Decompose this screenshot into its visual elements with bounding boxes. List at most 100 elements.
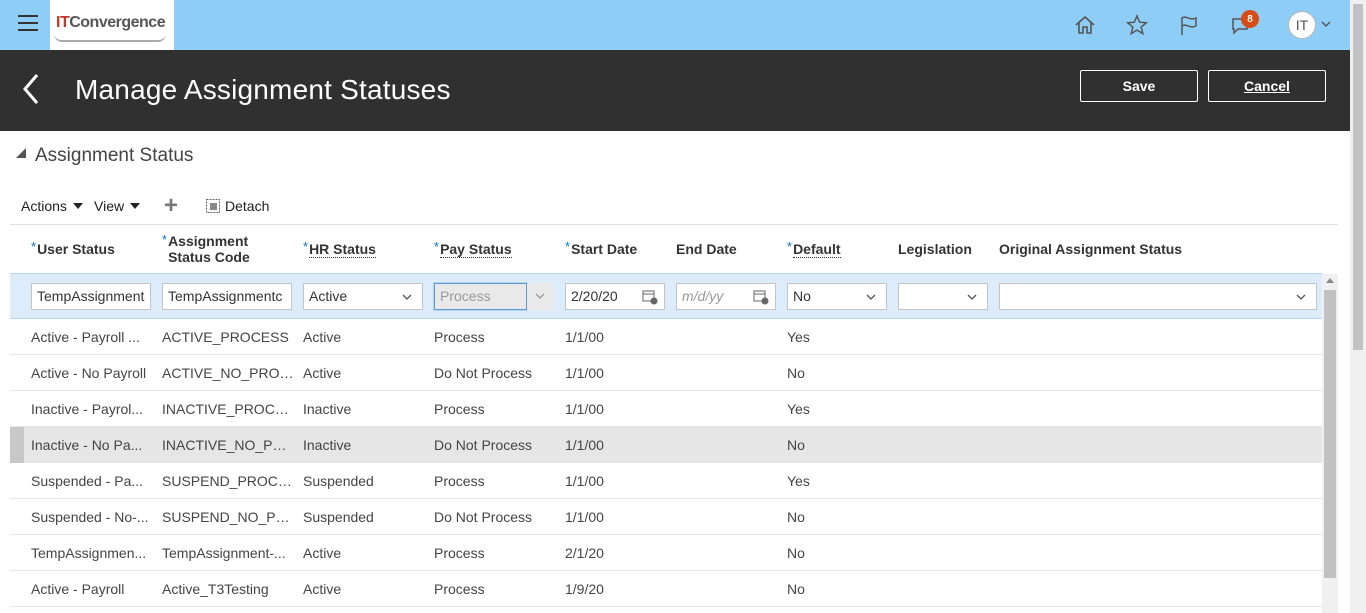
table-row[interactable]: Active - Payroll ... ACTIVE_PROCESS Active…	[10, 319, 1322, 355]
cell-user-status: Active - Payroll	[31, 581, 125, 597]
cell-code: SUSPEND_PROCESS	[162, 473, 294, 489]
start-date-input[interactable]: 2/20/20	[565, 283, 665, 310]
calendar-icon[interactable]	[753, 289, 769, 305]
back-arrow-icon[interactable]	[20, 72, 42, 106]
section-title: Assignment Status	[35, 145, 194, 166]
cell-pay: Process	[434, 473, 485, 489]
caret-down-icon	[130, 203, 141, 209]
cell-code: TempAssignment-...	[162, 545, 286, 561]
col-label: Assignment Status Code	[168, 233, 250, 265]
cell-hr: Suspended	[303, 473, 374, 489]
col-hr-status[interactable]: * HR Status	[303, 225, 376, 273]
cell-hr: Inactive	[303, 437, 352, 453]
legislation-select[interactable]	[898, 283, 988, 310]
hr-status-select[interactable]: Active	[303, 283, 423, 310]
page-title-bar: Manage Assignment Statuses Save Cancel	[0, 50, 1350, 131]
edit-row: TempAssignment TempAssignmentc Active Pr…	[10, 273, 1322, 319]
col-label: HR Status	[309, 240, 376, 258]
user-status-input[interactable]: TempAssignment	[31, 283, 151, 310]
table-row[interactable]: Inactive - No Pa... INACTIVE_NO_PR... Inac…	[10, 427, 1322, 463]
top-header: ITConvergence 8 IT	[0, 0, 1350, 50]
cell-pay: Do Not Process	[434, 437, 533, 453]
scrollbar-thumb[interactable]	[1324, 290, 1336, 578]
status-code-input[interactable]: TempAssignmentc	[162, 283, 292, 310]
user-avatar[interactable]: IT	[1288, 11, 1316, 39]
cell-start: 1/1/00	[565, 509, 604, 525]
col-label: User Status	[37, 241, 115, 257]
col-original-assignment-status[interactable]: Original Assignment Status	[999, 225, 1182, 273]
table-header: * User Status * Assignment Status Code * HR …	[10, 225, 1322, 273]
col-label: End Date	[676, 241, 737, 257]
detach-icon	[206, 199, 220, 213]
col-end-date[interactable]: End Date	[676, 225, 737, 273]
cell-code: ACTIVE_NO_PROC...	[162, 365, 294, 381]
cell-user-status: Active - No Payroll	[31, 365, 147, 381]
pay-status-select[interactable]: Process	[434, 283, 527, 310]
col-label: Original Assignment Status	[999, 241, 1183, 257]
scroll-up-arrow-icon[interactable]	[1326, 278, 1334, 283]
cell-default: No	[787, 365, 805, 381]
required-marker: *	[162, 232, 168, 247]
cell-pay: Do Not Process	[434, 509, 533, 525]
logo-swoosh	[54, 34, 166, 42]
cell-user-status: Active - Payroll ...	[31, 329, 140, 345]
collapse-triangle-icon[interactable]	[16, 148, 26, 158]
end-date-input[interactable]: m/d/yy	[676, 283, 776, 310]
detach-button[interactable]: Detach	[205, 198, 269, 214]
cell-hr: Active	[303, 329, 342, 345]
chevron-down-icon	[866, 294, 876, 300]
col-legislation[interactable]: Legislation	[898, 225, 972, 273]
company-logo[interactable]: ITConvergence	[50, 0, 174, 50]
chevron-down-icon[interactable]	[1320, 18, 1332, 30]
table-row[interactable]: Active - Payroll Active_T3Testing Active Pr…	[10, 571, 1322, 607]
hamburger-menu-icon[interactable]	[18, 15, 38, 33]
actions-menu-label: Actions	[21, 198, 67, 214]
cell-pay: Process	[434, 545, 485, 561]
cell-end	[676, 571, 776, 607]
cell-start: 1/1/00	[565, 437, 604, 453]
cell-default: No	[787, 509, 805, 525]
cell-hr: Active	[303, 581, 342, 597]
flag-icon[interactable]	[1176, 12, 1202, 38]
table-row[interactable]: Suspended - Pa... SUSPEND_PROCESS Suspende…	[10, 463, 1322, 499]
table-scrollbar[interactable]	[1322, 274, 1338, 613]
table-row[interactable]: Active - No Payroll ACTIVE_NO_PROC... Acti…	[10, 355, 1322, 391]
scrollbar-thumb[interactable]	[1353, 4, 1363, 350]
col-start-date[interactable]: * Start Date	[565, 225, 637, 273]
cell-start: 1/1/00	[565, 401, 604, 417]
save-button[interactable]: Save	[1080, 70, 1198, 102]
notification-badge[interactable]: 8	[1241, 10, 1259, 28]
chevron-down-icon	[535, 293, 545, 299]
cancel-button[interactable]: Cancel	[1208, 70, 1326, 102]
page-title: Manage Assignment Statuses	[75, 74, 451, 105]
col-default[interactable]: * Default	[787, 225, 841, 273]
table-row[interactable]: Inactive - Payrol... INACTIVE_PROCESS Inac…	[10, 391, 1322, 427]
col-label: Legislation	[898, 241, 972, 257]
cell-user-status: Suspended - Pa...	[31, 473, 144, 489]
chevron-down-icon	[1296, 294, 1306, 300]
detach-label: Detach	[225, 198, 270, 214]
calendar-icon[interactable]	[642, 289, 658, 305]
home-icon[interactable]	[1072, 12, 1098, 38]
col-assignment-status-code[interactable]: * Assignment Status Code	[162, 225, 250, 273]
table-row[interactable]: TempAssignmen... TempAssignment-... Active…	[10, 535, 1322, 571]
table-row[interactable]: Suspended - No-... SUSPEND_NO_PR... Suspen…	[10, 499, 1322, 535]
view-menu[interactable]: View	[94, 198, 141, 214]
star-icon[interactable]	[1124, 12, 1150, 38]
required-marker: *	[434, 239, 440, 254]
actions-menu[interactable]: Actions	[21, 198, 83, 214]
cell-user-status: TempAssignmen...	[31, 545, 147, 561]
cell-start: 1/1/00	[565, 329, 604, 345]
add-row-button[interactable]: +	[164, 192, 178, 220]
pay-status-dropdown-button[interactable]	[527, 283, 553, 310]
cell-code: Active_T3Testing	[162, 581, 269, 597]
original-status-select[interactable]	[999, 283, 1317, 310]
cell-code: INACTIVE_NO_PR...	[162, 437, 294, 453]
cell-end	[676, 463, 776, 499]
col-user-status[interactable]: * User Status	[31, 225, 115, 273]
required-marker: *	[31, 239, 37, 254]
col-pay-status[interactable]: * Pay Status	[434, 225, 512, 273]
default-select[interactable]: No	[787, 283, 887, 310]
cell-pay: Process	[434, 581, 485, 597]
page-scrollbar[interactable]	[1350, 0, 1366, 613]
